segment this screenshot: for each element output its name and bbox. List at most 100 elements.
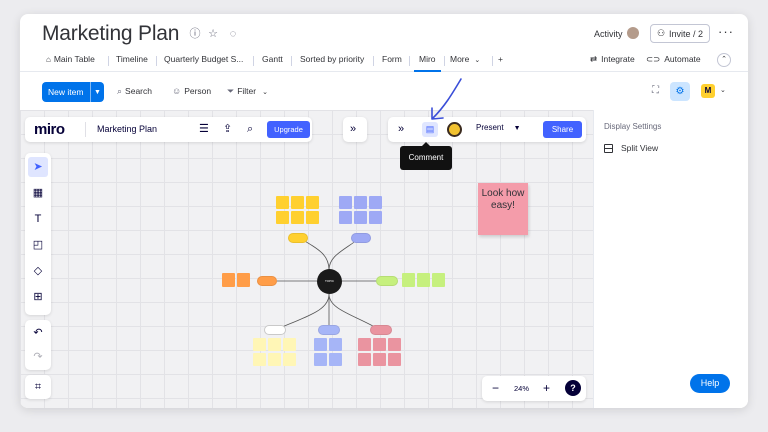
tab-more[interactable]: More ⌄	[450, 54, 480, 72]
sticky-note[interactable]	[306, 211, 319, 224]
integrate-button[interactable]: ⇄ Integrate	[590, 54, 635, 72]
tab-gantt[interactable]: Gantt	[262, 54, 283, 72]
present-button[interactable]: Present ▼	[476, 123, 521, 132]
tab-quarterly-budget[interactable]: Quarterly Budget S...	[164, 54, 243, 72]
comment-icon[interactable]: ▤	[422, 122, 438, 137]
more-menu-icon[interactable]: ···	[718, 24, 734, 39]
sticky-note[interactable]	[354, 211, 367, 224]
double-chevron-icon[interactable]: »	[350, 122, 356, 136]
collapse-header-icon[interactable]: ⌃	[717, 53, 731, 67]
help-icon[interactable]: ?	[565, 380, 581, 396]
redo-icon[interactable]: ↷	[28, 347, 48, 367]
sticky-note[interactable]	[283, 338, 296, 351]
undo-icon[interactable]: ↶	[28, 323, 48, 343]
text-tool-icon[interactable]: T	[28, 209, 48, 229]
tab-miro[interactable]: Miro	[414, 54, 441, 72]
sticky-note[interactable]	[329, 338, 342, 351]
upgrade-button[interactable]: Upgrade	[267, 121, 310, 138]
export-icon[interactable]: ⇪	[223, 122, 232, 136]
tab-sorted-by-priority[interactable]: Sorted by priority	[300, 54, 364, 72]
tab-divider	[156, 56, 157, 66]
miro-app-icon[interactable]: M	[701, 84, 715, 98]
sticky-note[interactable]	[329, 353, 342, 366]
sticky-note[interactable]	[432, 273, 445, 287]
mind-map-node[interactable]	[257, 276, 277, 286]
sticky-note[interactable]	[373, 353, 386, 366]
hamburger-menu-icon[interactable]: ☰	[199, 122, 209, 136]
sticky-note[interactable]	[388, 338, 401, 351]
sticky-note[interactable]	[253, 353, 266, 366]
share-button[interactable]: Share	[543, 121, 582, 138]
sticky-note[interactable]	[314, 338, 327, 351]
mind-map-node[interactable]	[288, 233, 308, 243]
sticky-note[interactable]	[388, 353, 401, 366]
search-icon[interactable]: ⌕	[247, 122, 253, 136]
sticky-note[interactable]	[276, 196, 289, 209]
board-header: Marketing Plan ⓘ ☆ ◌ Activity ⚇ Invite /…	[20, 14, 748, 54]
add-more-icon[interactable]: ⊞	[28, 287, 48, 307]
person-filter-button[interactable]: ☺ Person	[172, 86, 211, 96]
sticky-note[interactable]	[237, 273, 250, 287]
mind-map-node[interactable]	[264, 325, 286, 335]
sticky-note[interactable]	[314, 353, 327, 366]
sticky-note[interactable]	[339, 196, 352, 209]
mind-map-node[interactable]	[318, 325, 340, 335]
tab-timeline[interactable]: Timeline	[116, 54, 148, 72]
split-view-option[interactable]: Split View	[604, 143, 658, 153]
miro-board-name[interactable]: Marketing Plan	[97, 124, 157, 134]
sticky-note-large[interactable]: Look how easy!	[478, 183, 528, 235]
sticky-note[interactable]	[291, 211, 304, 224]
sticky-note[interactable]	[373, 338, 386, 351]
sticky-note[interactable]	[268, 338, 281, 351]
chat-icon[interactable]: ◌	[227, 28, 239, 40]
automate-button[interactable]: ⊂⊃ Automate	[646, 54, 701, 72]
select-cursor-icon[interactable]: ➤	[28, 157, 48, 177]
sticky-note[interactable]	[222, 273, 235, 287]
avatar[interactable]	[447, 122, 462, 137]
frame-icon[interactable]: ⌗	[28, 377, 48, 397]
sticky-note[interactable]	[417, 273, 430, 287]
avatar[interactable]	[627, 27, 639, 39]
activity-link[interactable]: Activity	[594, 29, 623, 39]
invite-button[interactable]: ⚇ Invite / 2	[650, 24, 710, 43]
mind-map-node[interactable]	[370, 325, 392, 335]
sticky-note[interactable]	[283, 353, 296, 366]
new-item-button[interactable]: New item ▼	[42, 82, 104, 102]
sticky-note-icon[interactable]: ◰	[28, 235, 48, 255]
sticky-note[interactable]	[268, 353, 281, 366]
sticky-note[interactable]	[291, 196, 304, 209]
sticky-note[interactable]	[402, 273, 415, 287]
zoom-in-icon[interactable]: +	[543, 381, 550, 395]
sticky-note[interactable]	[306, 196, 319, 209]
zoom-out-icon[interactable]: −	[492, 381, 499, 395]
sticky-note[interactable]	[354, 196, 367, 209]
chevron-down-icon[interactable]: ▼	[90, 82, 104, 102]
help-button[interactable]: Help	[690, 374, 730, 393]
miro-board-canvas[interactable]: TOPIC Look how easy! miro Marketing Plan…	[20, 110, 593, 408]
fullscreen-icon[interactable]: ⛶	[652, 85, 659, 96]
templates-icon[interactable]: ▦	[28, 183, 48, 203]
filter-button[interactable]: ⏷ Filter ⌄	[227, 86, 268, 97]
sticky-note[interactable]	[276, 211, 289, 224]
tab-divider	[492, 56, 493, 66]
sticky-note[interactable]	[339, 211, 352, 224]
info-icon[interactable]: ⓘ	[189, 28, 201, 40]
settings-gear-icon[interactable]: ⚙	[670, 82, 690, 101]
sticky-note[interactable]	[369, 196, 382, 209]
new-item-label: New item	[48, 87, 84, 97]
star-icon[interactable]: ☆	[207, 28, 219, 40]
sticky-note[interactable]	[369, 211, 382, 224]
sticky-note[interactable]	[358, 353, 371, 366]
sticky-note[interactable]	[253, 338, 266, 351]
mind-map-node[interactable]	[351, 233, 371, 243]
search-button[interactable]: ⌕ Search	[117, 86, 152, 97]
chevron-down-icon[interactable]: ⌄	[720, 86, 726, 94]
central-topic-node[interactable]: TOPIC	[317, 269, 342, 294]
mind-map-node[interactable]	[376, 276, 398, 286]
sticky-note[interactable]	[358, 338, 371, 351]
tab-form[interactable]: Form	[382, 54, 402, 72]
double-chevron-icon[interactable]: »	[398, 122, 404, 136]
add-view-button[interactable]: +	[498, 54, 503, 72]
tab-main-table[interactable]: ⌂ Main Table	[46, 54, 95, 72]
shapes-icon[interactable]: ◇	[28, 261, 48, 281]
